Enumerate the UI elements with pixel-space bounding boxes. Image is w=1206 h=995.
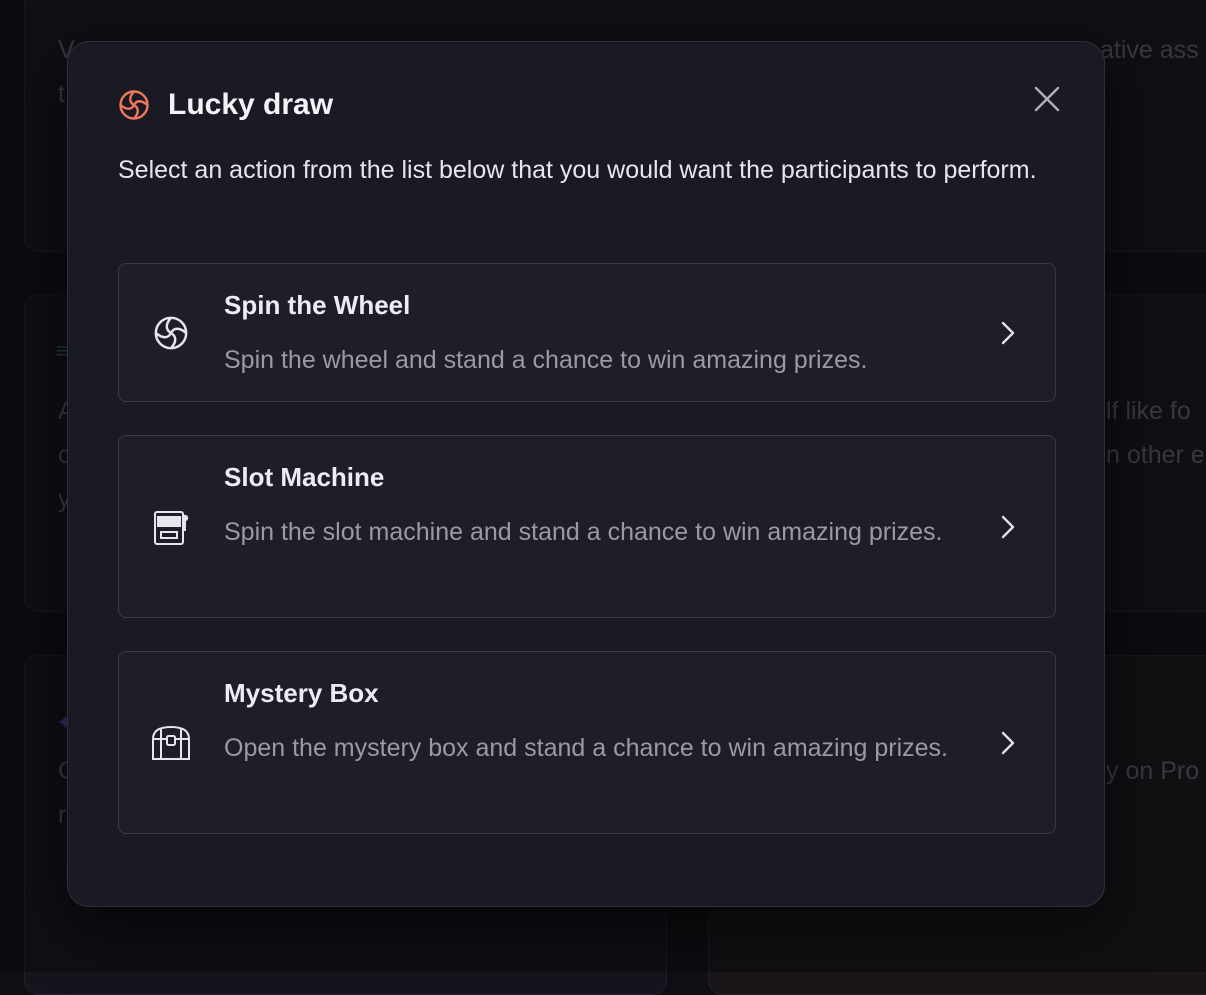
close-icon [1033, 85, 1061, 113]
modal-header: Lucky draw [118, 88, 333, 122]
modal-title: Lucky draw [168, 88, 333, 122]
option-description: Spin the slot machine and stand a chance… [224, 510, 984, 554]
chevron-right-icon [997, 512, 1019, 542]
option-mystery-box[interactable]: Mystery Box Open the mystery box and sta… [118, 651, 1056, 834]
wheel-icon [118, 89, 150, 121]
option-slot-machine[interactable]: Slot Machine Spin the slot machine and s… [118, 435, 1056, 618]
modal-description: Select an action from the list below tha… [118, 148, 1058, 192]
option-spin-the-wheel[interactable]: Spin the Wheel Spin the wheel and stand … [118, 263, 1056, 402]
option-description: Spin the wheel and stand a chance to win… [224, 338, 1024, 382]
close-button[interactable] [1030, 82, 1064, 116]
option-title: Mystery Box [224, 678, 379, 709]
chevron-right-icon [997, 318, 1019, 348]
lucky-draw-modal: Lucky draw Select an action from the lis… [67, 41, 1105, 907]
slot-machine-icon [149, 505, 193, 549]
treasure-chest-icon [149, 721, 193, 765]
option-title: Spin the Wheel [224, 290, 410, 321]
wheel-icon [149, 311, 193, 355]
chevron-right-icon [997, 728, 1019, 758]
option-title: Slot Machine [224, 462, 384, 493]
option-description: Open the mystery box and stand a chance … [224, 726, 1004, 770]
